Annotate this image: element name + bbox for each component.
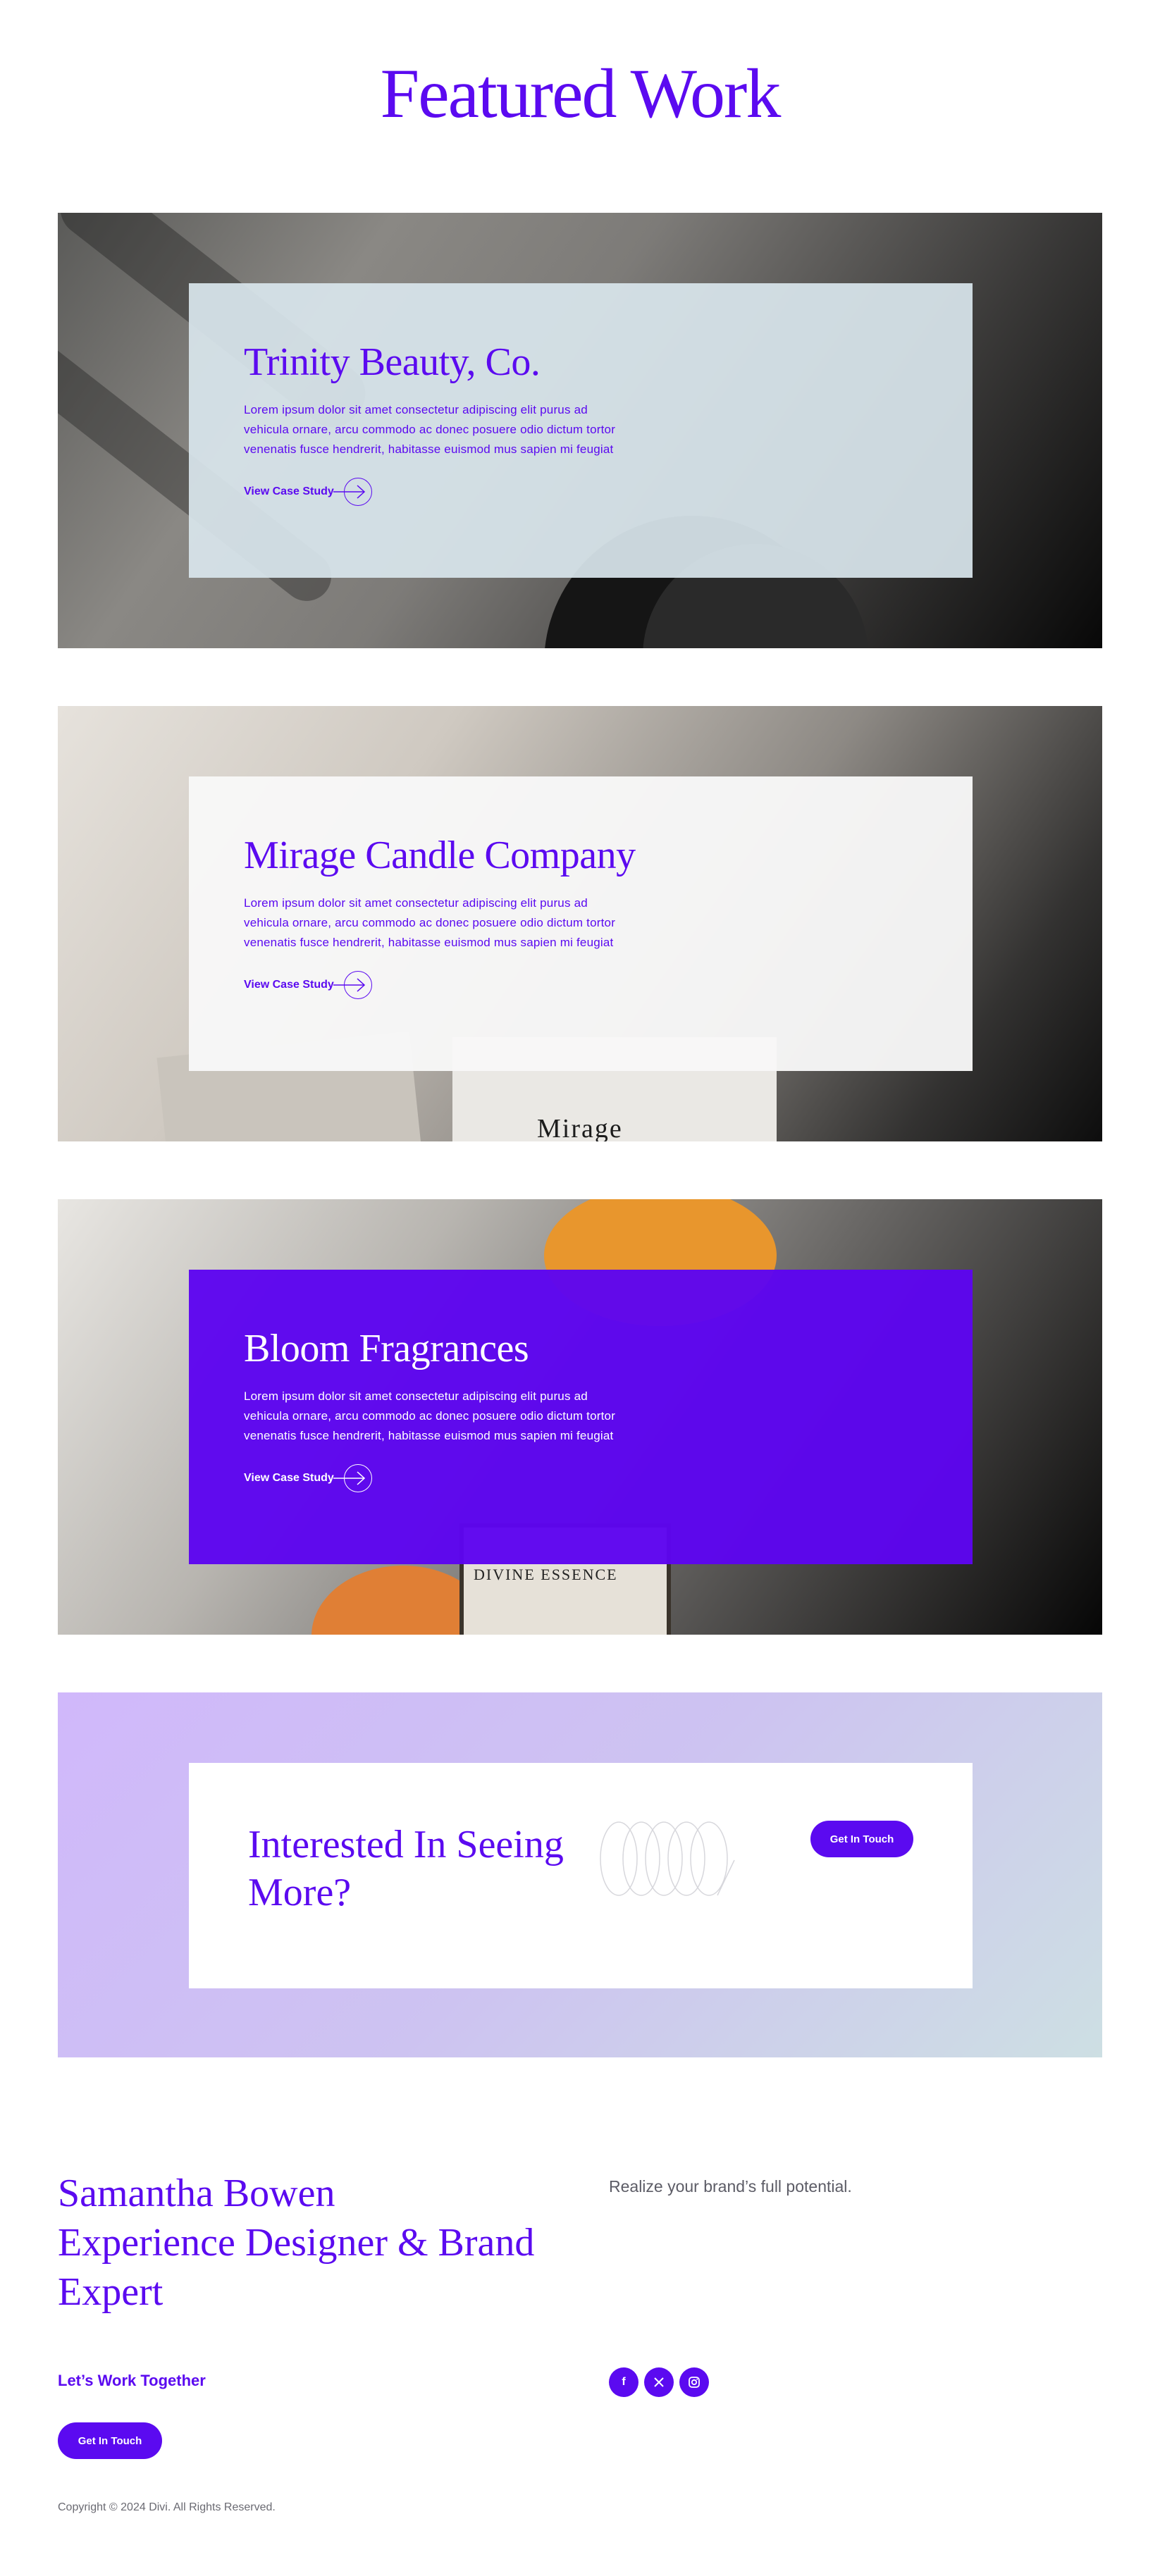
arrow-right-icon xyxy=(333,971,372,999)
link-label: View Case Study xyxy=(244,1472,334,1484)
project-title: Trinity Beauty, Co. xyxy=(244,340,541,384)
project-description: Lorem ipsum dolor sit amet consectetur a… xyxy=(244,896,616,949)
arrow-right-icon xyxy=(333,478,372,506)
project-bloom-fragrances: DIVINE ESSENCE Bloom Fragrances Lorem ip… xyxy=(58,1199,1102,1635)
spiral-decoration-icon xyxy=(600,1821,735,1896)
arrow-right-icon xyxy=(333,1464,372,1492)
link-label: View Case Study xyxy=(244,979,334,991)
cta-section: Interested In Seeing More? Get In Touch xyxy=(58,1692,1102,2057)
project-trinity-beauty: Trinity Beauty, Co. Lorem ipsum dolor si… xyxy=(58,213,1102,648)
project-card: Mirage Candle Company Lorem ipsum dolor … xyxy=(189,776,973,1071)
footer-role-line: Experience Designer & Brand Expert xyxy=(58,2221,535,2314)
view-case-study-link[interactable]: View Case Study xyxy=(244,1464,973,1492)
footer-tagline: Realize your brand’s full potential. xyxy=(609,2177,852,2196)
social-links: f xyxy=(609,2367,709,2397)
get-in-touch-button[interactable]: Get In Touch xyxy=(810,1821,913,1857)
footer-name: Samantha Bowen Experience Designer & Bra… xyxy=(58,2169,551,2317)
lets-work-together-link[interactable]: Let’s Work Together xyxy=(58,2372,206,2390)
project-card: Trinity Beauty, Co. Lorem ipsum dolor si… xyxy=(189,283,973,578)
link-label: View Case Study xyxy=(244,485,334,497)
copyright-text: Copyright © 2024 Divi. All Rights Reserv… xyxy=(58,2501,276,2513)
project-title: Mirage Candle Company xyxy=(244,834,636,877)
project-description: Lorem ipsum dolor sit amet consectetur a… xyxy=(244,1389,616,1442)
facebook-icon[interactable]: f xyxy=(609,2367,638,2397)
page-title: Featured Work xyxy=(380,54,782,132)
background-photo-text: DIVINE ESSENCE xyxy=(474,1566,618,1583)
cta-title: Interested In Seeing More? xyxy=(248,1823,564,1914)
project-description: Lorem ipsum dolor sit amet consectetur a… xyxy=(244,403,616,456)
project-title: Bloom Fragrances xyxy=(244,1327,529,1370)
project-card: Bloom Fragrances Lorem ipsum dolor sit a… xyxy=(189,1270,973,1564)
background-photo-text: Mirage xyxy=(537,1114,623,1141)
x-twitter-icon[interactable] xyxy=(644,2367,674,2397)
project-mirage-candle: Mirage Mirage Candle Company Lorem ipsum… xyxy=(58,706,1102,1141)
cta-card: Interested In Seeing More? Get In Touch xyxy=(189,1763,973,1988)
footer-name-line: Samantha Bowen xyxy=(58,2172,335,2215)
instagram-icon[interactable] xyxy=(679,2367,709,2397)
view-case-study-link[interactable]: View Case Study xyxy=(244,478,973,506)
footer-get-in-touch-button[interactable]: Get In Touch xyxy=(58,2422,162,2459)
view-case-study-link[interactable]: View Case Study xyxy=(244,971,973,999)
